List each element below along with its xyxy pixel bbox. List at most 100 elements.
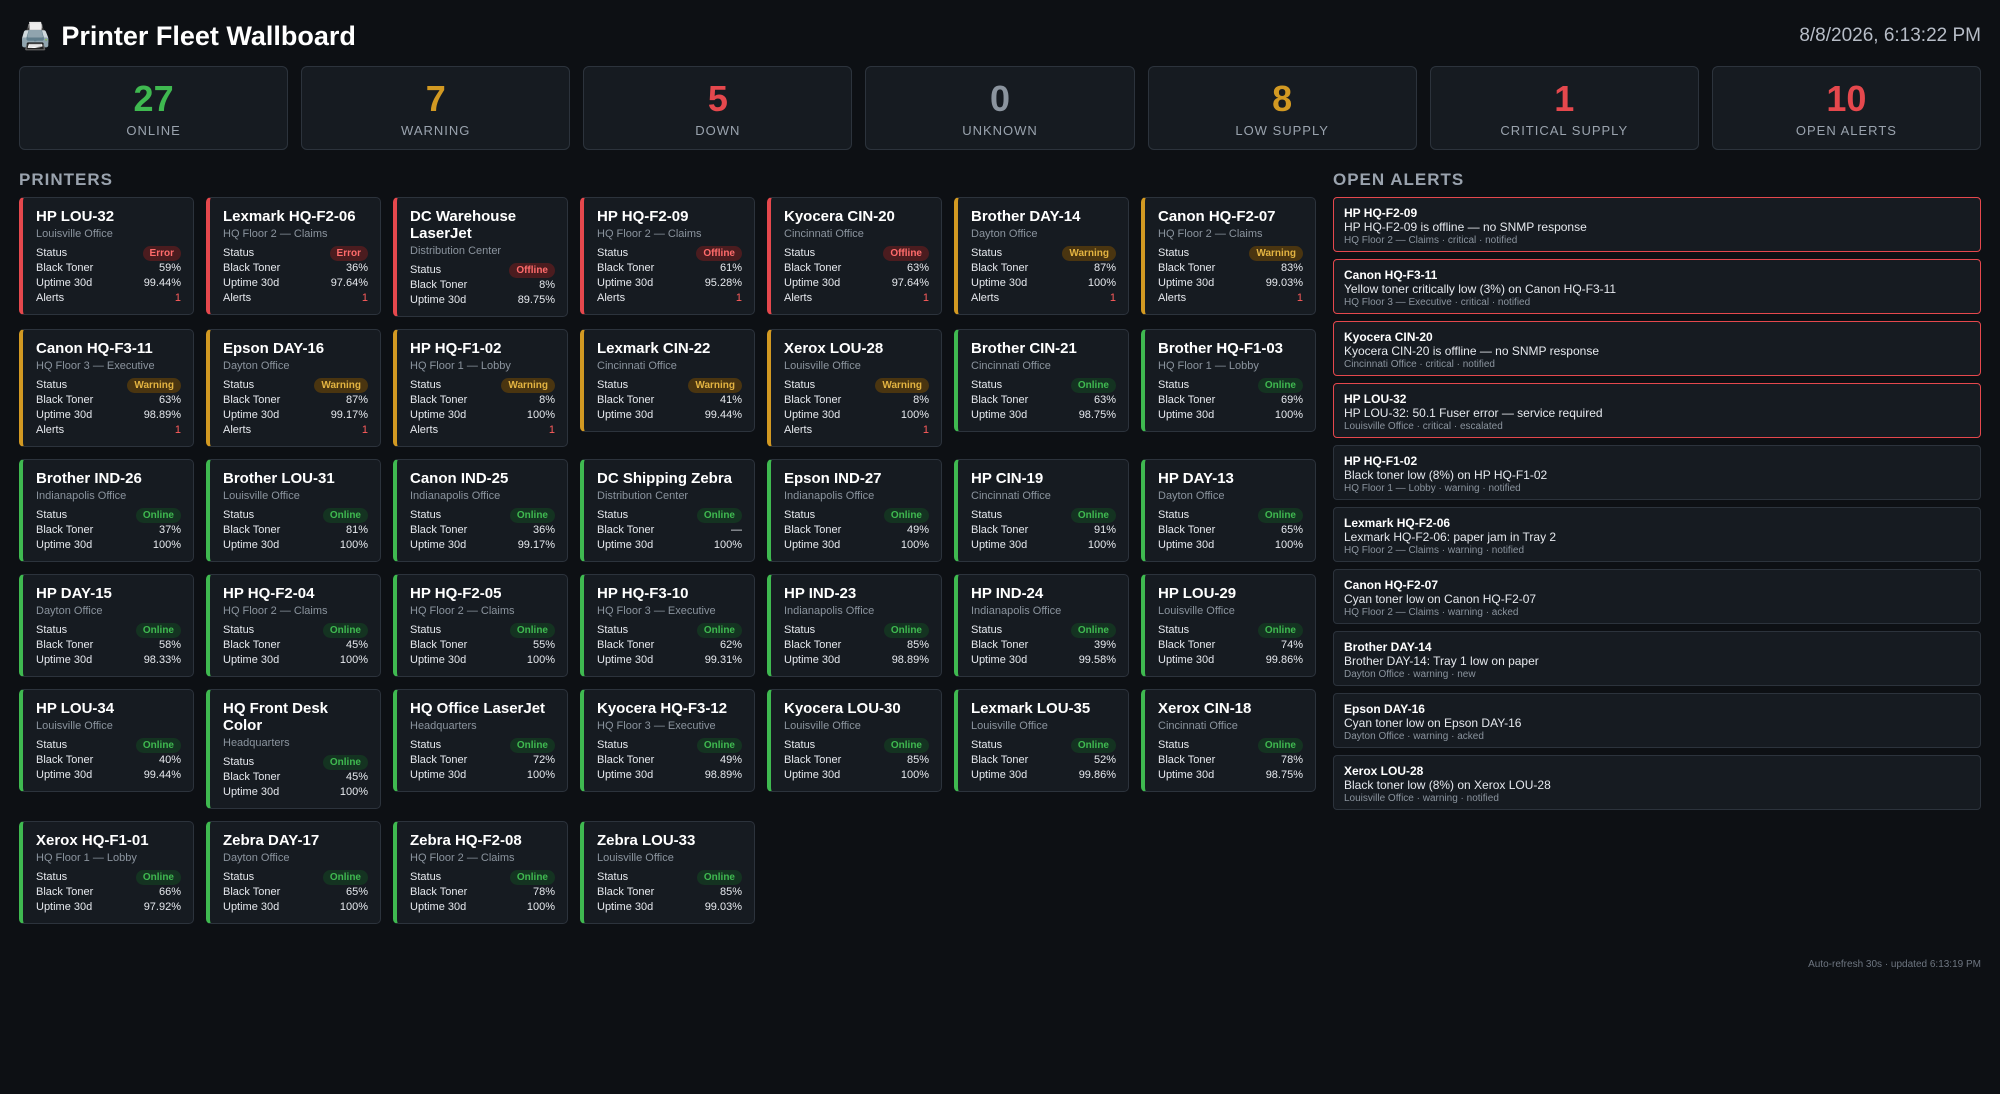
printer-card[interactable]: HP HQ-F2-05 HQ Floor 2 — Claims Status Onli… [393,574,568,677]
toner-value: 72% [532,754,555,766]
uptime-label: Uptime 30d [971,654,1028,666]
printer-name: HP LOU-32 [36,208,115,225]
printer-card[interactable]: Zebra LOU-33 Louisville Office Status Onlin… [580,821,755,924]
printer-card[interactable]: Zebra DAY-17 Dayton Office Status Online Bla… [206,821,381,924]
status-label: Status [971,379,1003,391]
printer-card[interactable]: HP LOU-34 Louisville Office Status Online Bl… [19,689,194,792]
printer-card[interactable]: DC Warehouse LaserJet Distribution Center… [393,197,568,317]
printer-card[interactable]: Lexmark LOU-35 Louisville Office Status Onl… [954,689,1129,792]
printer-location: Headquarters [410,720,477,732]
printer-card[interactable]: DC Shipping Zebra Distribution Center Stat… [580,459,755,562]
printer-card[interactable]: Kyocera CIN-20 Cincinnati Office Status Off… [767,197,942,315]
printer-name: Kyocera HQ-F3-12 [597,700,728,717]
printer-card[interactable]: HP IND-23 Indianapolis Office Status Online… [767,574,942,677]
printer-card[interactable]: Xerox LOU-28 Louisville Office Status Warni… [767,329,942,447]
clock: 8/8/2026, 6:13:22 PM [1799,25,1981,46]
printer-name: Brother CIN-21 [971,340,1077,357]
printer-card[interactable]: Canon IND-25 Indianapolis Office Status Onl… [393,459,568,562]
printer-location: HQ Floor 1 — Lobby [410,360,511,372]
alert-card[interactable]: Brother DAY-14 Brother DAY-14: Tray 1 low… [1333,631,1981,686]
uptime-row: Uptime 30d 98.75% [971,408,1116,423]
status-label: Status [971,624,1003,636]
printer-card[interactable]: HQ Office LaserJet Headquarters Status Onli… [393,689,568,792]
alerts-count: 1 [361,424,368,436]
printer-location: HQ Floor 3 — Executive [597,605,716,617]
toner-label: Black Toner [784,639,842,651]
uptime-row: Uptime 30d 100% [1158,538,1303,553]
printer-card[interactable]: Lexmark HQ-F2-06 HQ Floor 2 — Claims Statu… [206,197,381,315]
status-badge: Warning [314,378,368,393]
printer-card[interactable]: HP HQ-F3-10 HQ Floor 3 — Executive Status O… [580,574,755,677]
printer-card[interactable]: HQ Front Desk Color Headquarters Status Onl… [206,689,381,809]
toner-value: 61% [719,262,742,274]
alert-card[interactable]: HP HQ-F2-09 HP HQ-F2-09 is offline — no S… [1333,197,1981,252]
uptime-label: Uptime 30d [971,409,1028,421]
alerts-section-title: OPEN ALERTS [1333,170,1465,189]
toner-row: Black Toner 87% [223,393,368,408]
status-label: Status [784,379,816,391]
uptime-value: 100% [1087,277,1116,289]
alert-card[interactable]: Epson DAY-16 Cyan toner low on Epson DAY-… [1333,693,1981,748]
printer-card[interactable]: Epson DAY-16 Dayton Office Status Warning Bl… [206,329,381,447]
status-label: Status [597,379,629,391]
printer-card[interactable]: HP HQ-F1-02 HQ Floor 1 — Lobby Status Warni… [393,329,568,447]
status-badge: Warning [875,378,929,393]
printer-card[interactable]: HP CIN-19 Cincinnati Office Status Online Bl… [954,459,1129,562]
printer-card[interactable]: HP IND-24 Indianapolis Office Status Online… [954,574,1129,677]
status-row: Status Online [597,508,742,523]
printer-card[interactable]: Brother DAY-14 Dayton Office Status Warning… [954,197,1129,315]
status-row: Status Online [36,623,181,638]
toner-value: 78% [532,886,555,898]
alert-card[interactable]: Kyocera CIN-20 Kyocera CIN-20 is offline … [1333,321,1981,376]
printer-card[interactable]: Brother HQ-F1-03 HQ Floor 1 — Lobby Status… [1141,329,1316,432]
printer-card[interactable]: Kyocera LOU-30 Louisville Office Status Onl… [767,689,942,792]
toner-value: 49% [906,524,929,536]
toner-row: Black Toner 62% [597,638,742,653]
uptime-label: Uptime 30d [784,539,841,551]
printer-card[interactable]: Canon HQ-F2-07 HQ Floor 2 — Claims Status W… [1141,197,1316,315]
printer-card[interactable]: HP DAY-15 Dayton Office Status Online Black … [19,574,194,677]
printer-icon: 🖨️ [19,20,52,51]
uptime-label: Uptime 30d [36,409,93,421]
toner-row: Black Toner 78% [410,885,555,900]
alert-card[interactable]: Canon HQ-F2-07 Cyan toner low on Canon HQ… [1333,569,1981,624]
uptime-row: Uptime 30d 100% [597,538,742,553]
alert-card[interactable]: HP LOU-32 HP LOU-32: 50.1 Fuser error — s… [1333,383,1981,438]
printer-card[interactable]: Kyocera HQ-F3-12 HQ Floor 3 — Executive St… [580,689,755,792]
alert-card[interactable]: Xerox LOU-28 Black toner low (8%) on Xero… [1333,755,1981,810]
printer-name: Kyocera LOU-30 [784,700,901,717]
uptime-row: Uptime 30d 89.75% [410,293,555,308]
toner-label: Black Toner [223,394,281,406]
printer-card[interactable]: HP LOU-32 Louisville Office Status Error Bla… [19,197,194,315]
printer-card[interactable]: Brother CIN-21 Cincinnati Office Status Onl… [954,329,1129,432]
uptime-label: Uptime 30d [223,277,280,289]
printer-card[interactable]: Xerox CIN-18 Cincinnati Office Status Onlin… [1141,689,1316,792]
uptime-value: 100% [526,654,555,666]
alert-message: Cyan toner low on Epson DAY-16 [1344,716,1522,730]
printer-name: HP HQ-F2-04 [223,585,315,602]
alert-card[interactable]: Lexmark HQ-F2-06 Lexmark HQ-F2-06: paper … [1333,507,1981,562]
printer-card[interactable]: Lexmark CIN-22 Cincinnati Office Status War… [580,329,755,432]
alert-printer: Canon HQ-F3-11 [1344,268,1438,282]
uptime-label: Uptime 30d [597,409,654,421]
toner-label: Black Toner [223,262,281,274]
printer-card[interactable]: Brother LOU-31 Louisville Office Status Onl… [206,459,381,562]
printer-card[interactable]: Brother IND-26 Indianapolis Office Status O… [19,459,194,562]
printer-card[interactable]: HP DAY-13 Dayton Office Status Online Black … [1141,459,1316,562]
printer-card[interactable]: Canon HQ-F3-11 HQ Floor 3 — Executive Stat… [19,329,194,447]
printer-card[interactable]: HP HQ-F2-09 HQ Floor 2 — Claims Status Offl… [580,197,755,315]
printer-card[interactable]: Epson IND-27 Indianapolis Office Status Onl… [767,459,942,562]
printer-location: HQ Floor 2 — Claims [597,228,702,240]
toner-value: 87% [345,394,368,406]
status-label: Status [410,509,442,521]
printer-card[interactable]: HP LOU-29 Louisville Office Status Online Bl… [1141,574,1316,677]
uptime-value: 98.89% [704,769,742,781]
alert-card[interactable]: Canon HQ-F3-11 Yellow toner critically lo… [1333,259,1981,314]
alert-card[interactable]: HP HQ-F1-02 Black toner low (8%) on HP HQ… [1333,445,1981,500]
printer-card[interactable]: Zebra HQ-F2-08 HQ Floor 2 — Claims Status O… [393,821,568,924]
printer-card[interactable]: HP HQ-F2-04 HQ Floor 2 — Claims Status Onli… [206,574,381,677]
status-row: Status Online [784,738,929,753]
toner-label: Black Toner [410,394,468,406]
uptime-value: 98.89% [143,409,181,421]
printer-card[interactable]: Xerox HQ-F1-01 HQ Floor 1 — Lobby Status On… [19,821,194,924]
